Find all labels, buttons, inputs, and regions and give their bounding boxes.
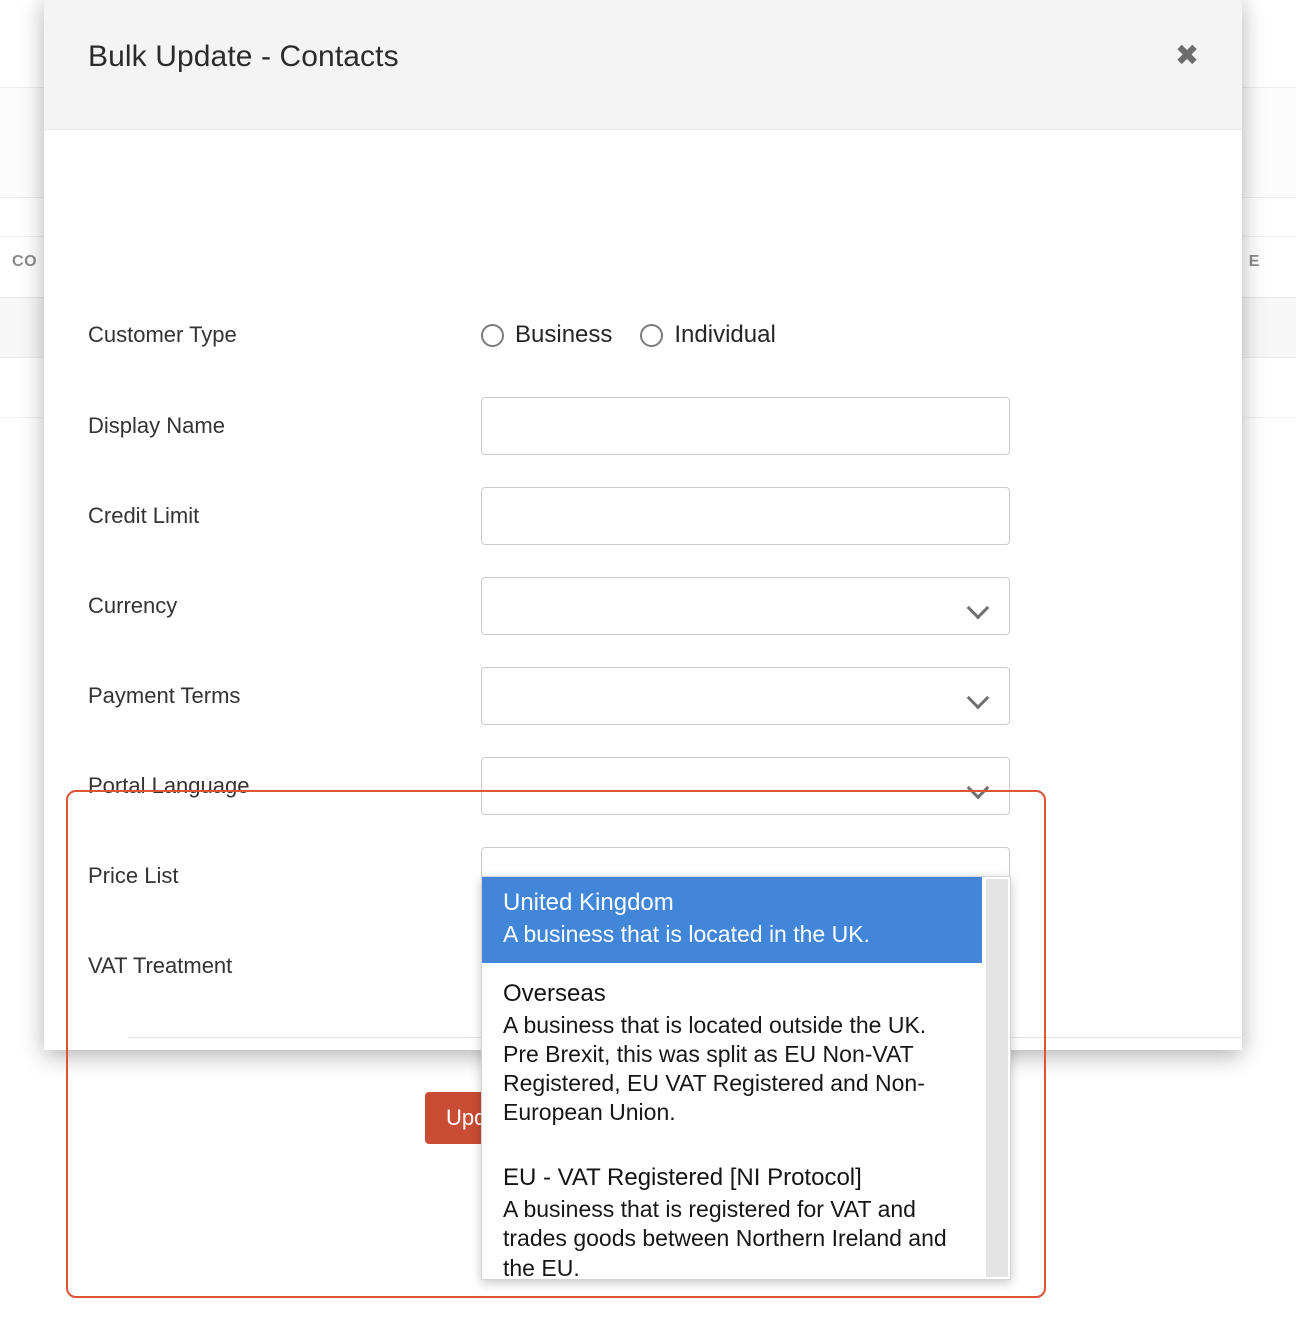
form-row-portal-language: Portal Language [44,741,1242,831]
form-row-display-name: Display Name [44,381,1242,471]
form-row-customer-type: Customer Type Business Individual [44,290,1242,380]
label-portal-language: Portal Language [88,773,250,798]
modal-title: Bulk Update - Contacts [88,40,399,73]
label-credit-limit: Credit Limit [88,503,200,528]
dropdown-option-description: A business that is located outside the U… [503,1011,927,1126]
form-row-currency: Currency [44,561,1242,651]
dropdown-option-title: Overseas [503,979,606,1007]
dropdown-scrollbar[interactable] [986,879,1008,1277]
credit-limit-control [481,487,1010,545]
dropdown-option-description: A business that is registered for VAT an… [503,1196,947,1280]
modal-header: Bulk Update - Contacts ✖ [44,0,1242,130]
label-payment-terms: Payment Terms [88,683,241,708]
background-column-header-right: E [1248,253,1260,270]
label-currency: Currency [88,593,178,618]
portal-language-control [481,757,1010,815]
dropdown-option-description: A business that is located in the UK. [503,920,870,947]
radio-option-business[interactable]: Business [481,321,612,349]
dropdown-option-eu-vat-registered-ni-protocol[interactable]: EU - VAT Registered [NI Protocol] A busi… [482,1147,982,1280]
background-column-header-left: CO [12,253,38,270]
radio-label-business: Business [515,321,613,348]
radio-circle-icon [640,323,664,347]
radio-option-individual[interactable]: Individual [640,321,776,349]
chevron-down-icon [970,778,987,795]
label-price-list: Price List [88,863,179,888]
portal-language-select[interactable] [481,757,1010,815]
dropdown-option-title: United Kingdom [503,889,674,916]
currency-control [481,577,1010,635]
customer-type-radio-group: Business Individual [481,321,1010,349]
currency-select[interactable] [481,577,1010,635]
form-row-credit-limit: Credit Limit [44,471,1242,561]
radio-label-individual: Individual [674,321,776,348]
radio-circle-icon [481,323,504,347]
dropdown-option-title: EU - VAT Registered [NI Protocol] [503,1164,862,1192]
display-name-control [481,397,1010,455]
chevron-down-icon [970,688,987,705]
dropdown-option-overseas[interactable]: Overseas A business that is located outs… [482,963,982,1148]
payment-terms-select[interactable] [481,667,1010,725]
label-customer-type: Customer Type [88,322,237,347]
chevron-down-icon [970,598,987,615]
credit-limit-input[interactable] [481,487,1010,545]
payment-terms-control [481,667,1010,725]
dropdown-option-united-kingdom[interactable]: United Kingdom A business that is locate… [482,877,982,963]
vat-treatment-dropdown-options: United Kingdom A business that is locate… [482,877,1010,1279]
label-display-name: Display Name [88,413,225,438]
form-row-payment-terms: Payment Terms [44,651,1242,741]
label-vat-treatment: VAT Treatment [88,953,233,978]
vat-treatment-dropdown-list[interactable]: United Kingdom A business that is locate… [481,876,1011,1280]
display-name-input[interactable] [481,397,1010,455]
close-icon[interactable]: ✖ [1167,36,1207,76]
